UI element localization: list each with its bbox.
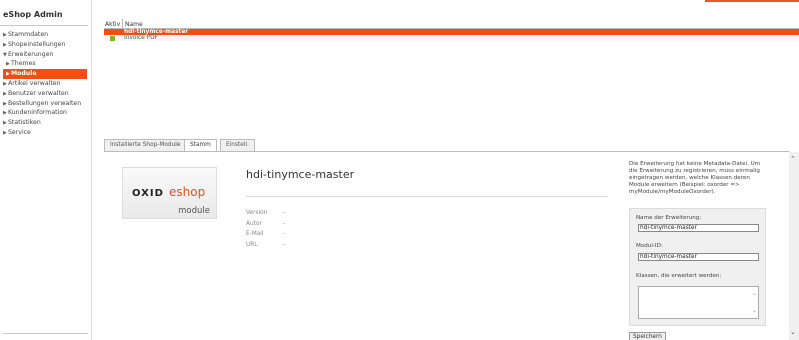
sidebar-item-bestellungen-verwalten[interactable]: ▶Bestellungen verwalten bbox=[3, 99, 87, 109]
metadata-form: Name der Erweiterung: Modul-ID: Klassen,… bbox=[629, 208, 766, 326]
logo-sub-module: module bbox=[178, 206, 210, 216]
column-divider bbox=[122, 19, 123, 29]
table-row[interactable]: Invoice PDF bbox=[104, 35, 799, 41]
content-scrollbar[interactable]: ⌃ ⌄ bbox=[789, 152, 799, 340]
sidebar: eShop Admin ▶Stammdaten ▶Shopeinstellung… bbox=[0, 0, 92, 340]
sidebar-item-service[interactable]: ▶Service bbox=[3, 128, 87, 138]
sidebar-item-artikel-verwalten[interactable]: ▶Artikel verwalten bbox=[3, 79, 87, 89]
sidebar-nav: ▶Stammdaten ▶Shopeinstellungen ▼Erweiter… bbox=[3, 30, 87, 138]
tab-installierte-shop-module[interactable]: Installierte Shop-Module bbox=[104, 139, 187, 151]
logo-brand-oxid: OXID bbox=[132, 188, 164, 199]
classes-label: Klassen, die erweitert werden: bbox=[636, 273, 722, 279]
sidebar-item-shopeinstellungen[interactable]: ▶Shopeinstellungen bbox=[3, 40, 87, 50]
meta-email: E-Mail - bbox=[246, 231, 286, 237]
app-window: eShop Admin ▶Stammdaten ▶Shopeinstellung… bbox=[0, 0, 799, 340]
chevron-down-icon[interactable]: ⌄ bbox=[752, 307, 757, 314]
sidebar-item-statistiken[interactable]: ▶Statistiken bbox=[3, 118, 87, 128]
sidebar-item-erweiterungen[interactable]: ▼Erweiterungen bbox=[3, 50, 87, 60]
sidebar-item-stammdaten[interactable]: ▶Stammdaten bbox=[3, 30, 87, 40]
active-status-icon bbox=[110, 35, 115, 41]
sidebar-divider bbox=[0, 25, 88, 26]
classes-textarea[interactable]: ⌃ ⌄ bbox=[638, 286, 759, 319]
column-header-aktiv[interactable]: Aktiv bbox=[105, 21, 120, 28]
extension-name-input[interactable] bbox=[638, 224, 759, 232]
column-header-name[interactable]: Name bbox=[125, 21, 143, 28]
modul-id-input[interactable] bbox=[638, 253, 759, 261]
chevron-up-icon[interactable]: ⌃ bbox=[752, 293, 757, 300]
chevron-up-icon[interactable]: ⌃ bbox=[790, 155, 796, 163]
top-accent-bar bbox=[705, 0, 799, 2]
module-meta: Version - Autor - E-Mail - URL - bbox=[246, 210, 306, 252]
chevron-down-icon[interactable]: ⌄ bbox=[790, 328, 796, 336]
sidebar-item-benutzer-verwalten[interactable]: ▶Benutzer verwalten bbox=[3, 89, 87, 99]
sidebar-item-kundeninformation[interactable]: ▶Kundeninformation bbox=[3, 108, 87, 118]
module-title: hdi-tinymce-master bbox=[246, 168, 355, 181]
app-title: eShop Admin bbox=[3, 10, 63, 19]
logo-brand-eshop: eshop bbox=[169, 185, 206, 199]
meta-url: URL - bbox=[246, 241, 286, 248]
sidebar-item-themes[interactable]: ▶Themes bbox=[3, 59, 87, 69]
meta-autor: Autor - bbox=[246, 220, 286, 227]
list-header: Aktiv Name bbox=[104, 19, 799, 29]
module-list: Aktiv Name hdi-tinymce-master Invoice PD… bbox=[104, 19, 799, 135]
module-name[interactable]: Invoice PDF bbox=[124, 35, 158, 41]
metadata-info-text: Die Erweiterung hat keine Metadata-Datei… bbox=[629, 161, 761, 195]
sidebar-item-module[interactable]: ▶Module bbox=[3, 69, 87, 79]
modul-id-label: Modul-ID: bbox=[636, 243, 663, 249]
metadata-form-panel: Die Erweiterung hat keine Metadata-Datei… bbox=[629, 161, 784, 340]
name-label: Name der Erweiterung: bbox=[636, 215, 702, 221]
oxid-eshop-module-logo: OXID eshop module bbox=[122, 167, 217, 219]
tab-einstell[interactable]: Einstell. bbox=[220, 139, 255, 151]
meta-version: Version - bbox=[246, 210, 286, 216]
save-button[interactable]: Speichern bbox=[629, 332, 666, 340]
title-divider bbox=[246, 196, 608, 197]
sidebar-bottom-divider bbox=[3, 333, 88, 334]
